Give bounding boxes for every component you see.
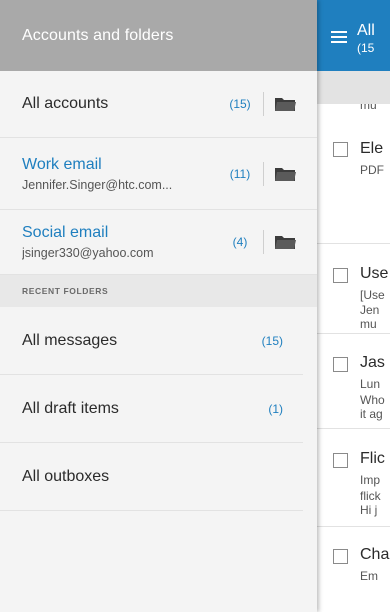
account-count: (11)	[229, 166, 251, 181]
mail-item[interactable]: Use [Use Jen mu	[317, 244, 390, 334]
account-work-email[interactable]: Work email Jennifer.Singer@htc.com... (1…	[0, 138, 317, 210]
mail-title: Ele	[360, 140, 384, 157]
mail-checkbox[interactable]	[333, 453, 348, 468]
menu-icon[interactable]	[331, 31, 347, 43]
mail-preview-line: mu	[360, 104, 377, 112]
mail-preview-line: Em	[360, 569, 378, 583]
mail-checkbox[interactable]	[333, 142, 348, 157]
folder-name: All draft items	[22, 399, 119, 417]
folder-all-draft-items[interactable]: All draft items (1)	[0, 375, 303, 443]
recent-folders-header: RECENT FOLDERS	[0, 275, 317, 307]
account-count: (15)	[229, 97, 251, 111]
folder-icon[interactable]	[274, 96, 296, 112]
mail-preview-line: flick	[360, 489, 381, 503]
mail-preview-line: Lun	[360, 377, 381, 391]
account-email: Jennifer.Singer@htc.com...	[22, 177, 173, 192]
mail-top-strip	[317, 71, 390, 104]
mail-preview-line: Who	[360, 393, 385, 407]
mail-item[interactable]: Flic Imp flick Hi j	[317, 429, 390, 527]
folder-icon[interactable]	[274, 234, 296, 250]
folder-name: All outboxes	[22, 467, 110, 485]
mail-checkbox[interactable]	[333, 549, 348, 564]
mail-preview-line: PDF	[360, 163, 384, 177]
account-email: jsinger330@yahoo.com	[22, 246, 154, 260]
mail-title: Use	[360, 265, 389, 282]
mail-checkbox[interactable]	[333, 268, 348, 283]
account-name: All accounts	[22, 95, 109, 112]
mail-header: All (15	[317, 0, 390, 71]
account-social-email[interactable]: Social email jsinger330@yahoo.com (4)	[0, 210, 317, 275]
account-all-accounts[interactable]: All accounts (15)	[0, 71, 317, 138]
divider	[263, 230, 264, 254]
mail-checkbox[interactable]	[333, 357, 348, 372]
mail-title: Flic	[360, 450, 385, 467]
mail-preview-line: Imp	[360, 473, 381, 487]
mail-folder-title: All	[357, 22, 375, 39]
mail-preview-line: mu	[360, 317, 377, 331]
drawer-title: Accounts and folders	[0, 0, 317, 71]
account-count: (4)	[232, 235, 248, 249]
account-name: Social email	[22, 224, 109, 241]
mail-preview-line: it ag	[360, 407, 383, 421]
mail-item[interactable]: Ele PDF	[317, 118, 390, 244]
mail-item[interactable]: Cha Em	[317, 527, 390, 587]
folder-icon[interactable]	[274, 166, 296, 182]
divider	[263, 92, 264, 116]
folder-name: All messages	[22, 331, 118, 349]
mail-preview-line: Hi j	[360, 503, 378, 517]
account-name: Work email	[22, 155, 102, 173]
mail-title: Cha	[360, 546, 390, 563]
mail-folder-count: (15	[357, 41, 375, 55]
mail-title: Jas	[360, 354, 385, 371]
mail-preview-line: [Use	[360, 288, 385, 302]
mail-item[interactable]: Jas Lun Who it ag	[317, 334, 390, 429]
accounts-drawer: Accounts and folders All accounts (15) W…	[0, 0, 317, 612]
folder-count: (1)	[268, 401, 283, 416]
divider	[263, 161, 264, 186]
mail-preview-line: Jen	[360, 303, 380, 317]
folder-all-messages[interactable]: All messages (15)	[0, 307, 303, 375]
mail-list-pane: All (15 mu Ele PDF Use [Use Jen mu Jas L…	[317, 0, 390, 612]
folder-count: (15)	[261, 333, 283, 348]
folder-all-outboxes[interactable]: All outboxes	[0, 443, 303, 511]
